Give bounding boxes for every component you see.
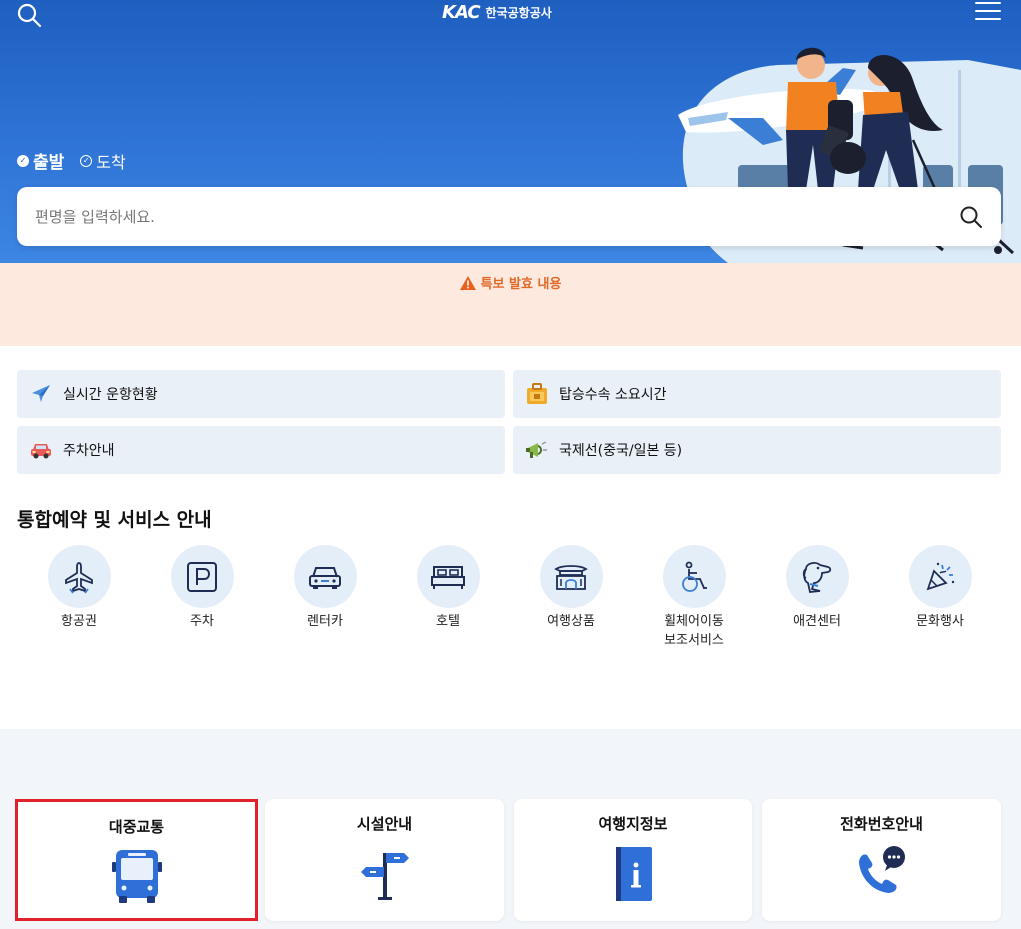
services-grid: 항공권 주차 렌터카 호텔 여행상품 휠체어이동 보조서비스 애견센터 문화행사: [17, 545, 1001, 655]
service-label: 여행상품: [547, 614, 595, 629]
quick-link-label: 주차안내: [63, 443, 115, 459]
hero-banner: KAC 한국공항공사 ✓ 출발 ✓ 도착 편명을 입력하세요.: [0, 0, 1021, 263]
palace-icon: [554, 564, 588, 590]
search-icon[interactable]: [16, 2, 42, 28]
suitcase-icon: [527, 383, 547, 404]
logo-text: 한국공항공사: [485, 5, 552, 20]
service-label: 문화행사: [916, 614, 964, 629]
service-culture-event[interactable]: 문화행사: [878, 545, 1002, 631]
service-label: 휠체어이동 보조서비스: [664, 614, 724, 648]
signpost-icon: [360, 853, 409, 900]
service-label: 항공권: [61, 614, 97, 629]
hamburger-menu-icon[interactable]: [975, 2, 1001, 22]
card-public-transport[interactable]: 대중교통: [15, 799, 258, 921]
bed-icon: [431, 565, 465, 589]
service-hotel[interactable]: 호텔: [386, 545, 510, 631]
card-label: 여행지정보: [598, 815, 668, 833]
quick-links: 실시간 운항현황 탑승수속 소요시간 주차안내 국제선(중국/일본 등): [17, 370, 1001, 474]
warning-icon: [459, 275, 476, 290]
check-icon: ✓: [80, 154, 93, 167]
service-label: 호텔: [436, 614, 460, 629]
icon-circle: [785, 545, 849, 608]
quick-link-checkin-time[interactable]: 탑승수속 소요시간: [513, 370, 1001, 418]
quick-link-flight-status[interactable]: 실시간 운항현황: [17, 370, 505, 418]
icon-circle: [47, 545, 111, 608]
party-popper-icon: [926, 562, 955, 590]
quick-link-label: 국제선(중국/일본 등): [559, 443, 683, 459]
quick-link-international[interactable]: 국제선(중국/일본 등): [513, 426, 1001, 474]
icon-circle: [170, 545, 234, 608]
service-wheelchair[interactable]: 휠체어이동 보조서비스: [632, 545, 756, 650]
info-book-icon: [616, 847, 652, 901]
card-label: 시설안내: [356, 815, 413, 833]
departure-label: 출발: [33, 153, 65, 173]
megaphone-icon: [526, 441, 547, 458]
service-label: 애견센터: [793, 614, 841, 629]
quick-link-label: 실시간 운항현황: [63, 387, 158, 403]
rental-car-icon: [309, 566, 341, 589]
car-icon: [31, 444, 51, 459]
weather-alert-banner: 특보 발효 내용: [0, 263, 1021, 346]
bus-icon: [111, 850, 162, 903]
airplane-icon: [32, 385, 50, 402]
search-icon[interactable]: [959, 205, 983, 229]
parking-icon: [187, 561, 217, 592]
dog-icon: [802, 561, 832, 593]
flight-number-input[interactable]: [17, 187, 947, 246]
services-section-title: 통합예약 및 서비스 안내: [17, 509, 212, 531]
service-label: 렌터카: [307, 614, 343, 629]
airplane-ticket-icon: [65, 561, 93, 594]
alert-line[interactable]: 특보 발효 내용: [0, 273, 1021, 292]
kac-logo[interactable]: KAC 한국공항공사: [442, 1, 552, 23]
service-parking[interactable]: 주차: [140, 545, 264, 631]
flight-search-box: [17, 187, 1001, 246]
card-label: 전화번호안내: [840, 815, 923, 833]
service-pet-center[interactable]: 애견센터: [755, 545, 879, 631]
arrival-label: 도착: [96, 152, 126, 172]
service-airline-ticket[interactable]: 항공권: [17, 545, 141, 631]
logo-mark: KAC: [442, 1, 481, 23]
service-travel-package[interactable]: 여행상품: [509, 545, 633, 631]
icon-circle: [662, 545, 726, 608]
check-icon: ✓: [17, 154, 29, 167]
departure-radio[interactable]: ✓ 출발: [17, 148, 64, 173]
service-rental-car[interactable]: 렌터카: [263, 545, 387, 631]
wheelchair-icon: [682, 561, 707, 592]
quick-link-label: 탑승수속 소요시간: [559, 387, 667, 403]
icon-circle: [908, 545, 972, 608]
flight-type-toggle: ✓ 출발 ✓ 도착: [17, 148, 126, 173]
icon-circle: [416, 545, 480, 608]
quick-link-parking[interactable]: 주차안내: [17, 426, 505, 474]
card-facilities[interactable]: 시설안내: [265, 799, 504, 921]
icon-circle: [539, 545, 603, 608]
phone-chat-icon: [858, 846, 905, 893]
card-travel-info[interactable]: 여행지정보: [514, 799, 752, 921]
service-label: 주차: [190, 614, 214, 629]
card-phone-directory[interactable]: 전화번호안내: [762, 799, 1001, 921]
icon-circle: [293, 545, 357, 608]
card-label: 대중교통: [108, 818, 165, 836]
alert-text: 특보 발효 내용: [480, 277, 562, 292]
arrival-radio[interactable]: ✓ 도착: [80, 149, 126, 173]
